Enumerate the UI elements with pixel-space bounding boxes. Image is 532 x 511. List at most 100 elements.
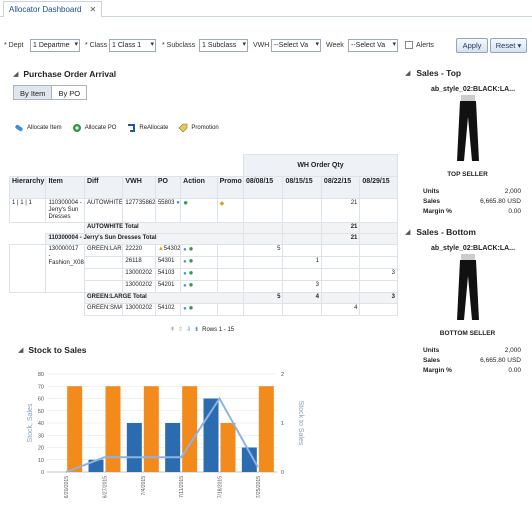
chart-svg: 0 10 20 30 40 50 60 70 80 0 1 2 Stock, Sales Stock to… (27, 372, 304, 498)
gear-icon[interactable]: ✹ (188, 271, 193, 277)
last-page-icon[interactable]: ⇟ (194, 326, 199, 333)
stock-bar (203, 398, 219, 472)
allocate-item-action[interactable]: Allocate Item (14, 123, 62, 133)
x-tick-label: 6/27/2015 (103, 476, 109, 498)
col-action[interactable]: Action (180, 176, 218, 199)
col-week-4[interactable]: 08/29/15 (359, 176, 398, 199)
bottom-product-image[interactable] (405, 254, 530, 324)
col-vwh[interactable]: VWH (122, 176, 156, 199)
total-row: AUTOWHITE Total 21 (9, 222, 398, 234)
tab-allocator-dashboard[interactable]: Allocator Dashboard ✕ (3, 1, 103, 17)
col-diff[interactable]: Diff (83, 176, 124, 199)
chevron-down-icon: ▾ (74, 41, 78, 48)
collapse-icon[interactable]: ◢ (13, 70, 18, 78)
col-item[interactable]: Item (45, 176, 85, 199)
sales-bar (258, 386, 274, 472)
gear-icon[interactable]: ✹ (188, 247, 193, 253)
promotion-action[interactable]: Promotion (178, 123, 219, 133)
margin-value: 0.00 (508, 367, 521, 374)
qty-cell (242, 303, 284, 316)
qty-cell (242, 280, 284, 293)
table-row[interactable]: 130000017 - Fashion_X08 GREEN:LARGE 2222… (8, 244, 398, 293)
bottom-product-name[interactable]: ab_style_02:BLACK:LA... (405, 245, 530, 252)
prev-page-icon[interactable]: ⇧ (178, 326, 183, 333)
col-week-2[interactable]: 08/15/15 (282, 176, 322, 199)
week-select[interactable]: --Select Va ▾ (348, 39, 398, 52)
table-row[interactable]: GREEN:SMALL 13000202 54102 ● ✹ 4 (10, 303, 398, 316)
allocate-item-icon[interactable]: ● (176, 200, 179, 206)
promo-cell: ◆ (216, 198, 244, 223)
qty-cell (320, 280, 361, 293)
gear-icon[interactable]: ✹ (188, 283, 193, 289)
allocate-item-label: Allocate Item (27, 125, 62, 131)
sales-bottom-header[interactable]: ◢ Sales - Bottom (405, 227, 530, 237)
reset-button[interactable]: Reset ▾ (490, 38, 527, 53)
top-product-name[interactable]: ab_style_02:BLACK:LA... (405, 86, 530, 93)
po-arrival-title: Purchase Order Arrival (23, 69, 117, 79)
collapse-icon[interactable]: ◢ (18, 346, 23, 354)
allocate-item-icon[interactable]: ● (183, 271, 187, 277)
units-label: Units (423, 188, 440, 195)
vwh-select[interactable]: --Select Va ▾ (271, 39, 321, 52)
apply-button[interactable]: Apply (456, 38, 488, 53)
collapse-icon[interactable]: ◢ (405, 69, 410, 77)
action-cell: ● ✹ (180, 244, 218, 257)
hierarchy-cell: 1 | 1 | 1 (8, 198, 47, 223)
first-page-icon[interactable]: ⇞ (170, 326, 175, 333)
qty-cell (242, 233, 284, 245)
tag-icon[interactable]: ◆ (220, 201, 225, 207)
item-cell: 110300004 - Jerry's Sun Dresses (45, 198, 85, 223)
col-promo[interactable]: Promo (216, 176, 244, 199)
action-cell: ● ✹ (180, 280, 218, 293)
allocate-item-icon[interactable]: ● (183, 306, 187, 312)
stock-bar (126, 423, 142, 472)
stock-to-sales-header[interactable]: ◢ Stock to Sales (18, 345, 87, 355)
po-cell: ▲54302 (154, 244, 182, 257)
allocate-item-icon[interactable]: ● (183, 259, 187, 265)
next-page-icon[interactable]: ⇩ (186, 326, 191, 333)
gear-icon[interactable]: ✹ (183, 201, 188, 207)
gear-icon[interactable]: ✹ (188, 259, 193, 265)
sales-bottom-title: Sales - Bottom (416, 227, 476, 237)
gear-icon[interactable]: ✹ (188, 306, 193, 312)
chevron-down-icon: ▾ (150, 41, 154, 48)
y-tick-label: 40 (38, 421, 44, 427)
po-number: 54302 (163, 246, 181, 252)
po-number: 54102 (157, 305, 175, 311)
qty-cell (282, 268, 322, 281)
po-cell: 54301 (154, 256, 182, 269)
sales-bar (105, 386, 121, 472)
col-week-3[interactable]: 08/22/15 (320, 176, 361, 199)
collapse-icon[interactable]: ◢ (405, 228, 410, 236)
allocate-po-action[interactable]: Allocate PO (72, 123, 116, 133)
col-hierarchy[interactable]: Hierarchy (8, 176, 47, 199)
subclass-select[interactable]: 1 Subclass ▾ (199, 39, 248, 52)
by-item-toggle[interactable]: By Item (14, 86, 53, 99)
total-row: GREEN:LARGE Total 5 4 3 (9, 292, 398, 304)
alerts-checkbox[interactable] (405, 41, 413, 49)
po-arrival-header[interactable]: ◢ Purchase Order Arrival (13, 69, 116, 79)
qty-cell (320, 268, 361, 281)
allocate-item-icon[interactable]: ● (183, 283, 187, 289)
action-cell: ● ✹ (180, 256, 218, 269)
class-select[interactable]: 1 Class 1 ▾ (109, 39, 156, 52)
diff-cell (83, 280, 124, 293)
allocate-item-icon[interactable]: ● (183, 247, 187, 253)
table-row[interactable]: 1 | 1 | 1 110300004 - Jerry's Sun Dresse… (8, 198, 398, 223)
dept-select[interactable]: 1 Departme ▾ (30, 39, 80, 52)
sales-top-header[interactable]: ◢ Sales - Top (405, 68, 530, 78)
po-number: 55803 (157, 200, 175, 206)
col-week-1[interactable]: 08/08/15 (242, 176, 284, 199)
reallocate-action[interactable]: ReAllocate (126, 123, 168, 133)
po-number: 54201 (157, 282, 175, 288)
col-po[interactable]: PO (154, 176, 182, 199)
top-product-image[interactable] (405, 95, 530, 165)
y-tick-label: 20 (38, 446, 44, 452)
close-icon[interactable]: ✕ (89, 5, 96, 14)
po-cell: 54102 (154, 303, 182, 316)
diff-cell: AUTOWHITE (83, 198, 124, 223)
chevron-down-icon: ▾ (242, 41, 246, 48)
by-po-toggle[interactable]: By PO (52, 86, 86, 99)
qty-cell: 21 (320, 198, 361, 223)
vwh-cell: 127735862 (122, 198, 156, 223)
